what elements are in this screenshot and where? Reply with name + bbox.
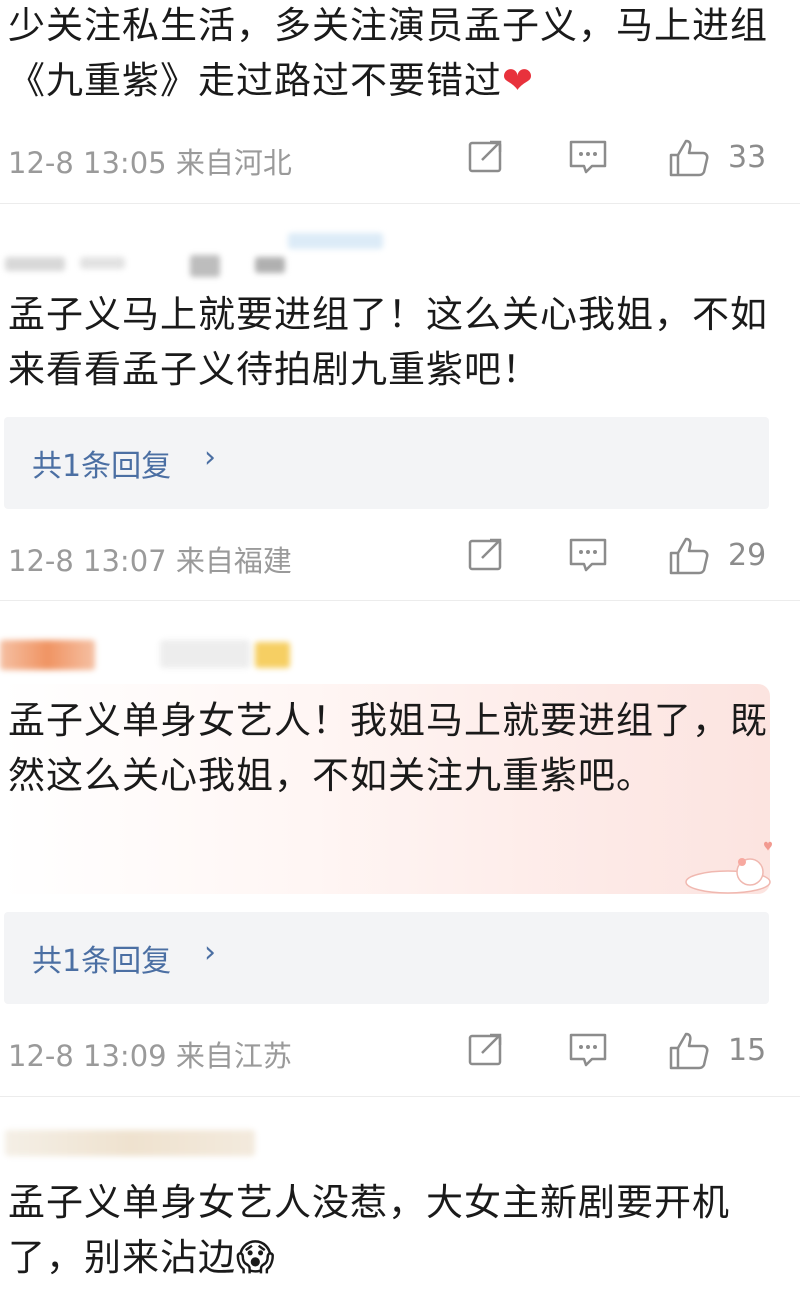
comment-meta-2: 12-8 13:07 来自福建 29 bbox=[0, 530, 800, 580]
replies-label: 共1条回复 bbox=[32, 449, 172, 484]
view-replies-button[interactable]: 共1条回复 › bbox=[4, 417, 769, 509]
comment-text: 孟子义马上就要进组了！这么关心我姐，不如来看看孟子义待拍剧九重紫吧！ bbox=[8, 293, 768, 391]
like-count: 29 bbox=[728, 538, 767, 573]
comment-text-body: 少关注私生活，多关注演员孟子义，马上进组《九重紫》走过路过不要错过 bbox=[8, 4, 768, 102]
comment-icon[interactable] bbox=[568, 536, 608, 574]
comment-text: 孟子义单身女艺人没惹，大女主新剧要开机了，别来沾边😱 bbox=[8, 1175, 770, 1285]
divider bbox=[0, 600, 800, 601]
share-icon[interactable] bbox=[466, 138, 506, 176]
user-name-blurred bbox=[0, 1112, 800, 1172]
heart-emoji: ❤ bbox=[502, 59, 535, 102]
comment-icon[interactable] bbox=[568, 138, 608, 176]
share-icon[interactable] bbox=[466, 1031, 506, 1069]
replies-label: 共1条回复 bbox=[32, 944, 172, 979]
user-name-blurred bbox=[0, 630, 800, 690]
thumbs-up-icon[interactable] bbox=[668, 1031, 709, 1070]
comment-meta-1: 12-8 13:05 来自河北 33 bbox=[0, 132, 800, 182]
divider bbox=[0, 203, 800, 204]
comment-text: 少关注私生活，多关注演员孟子义，马上进组《九重紫》走过路过不要错过❤ bbox=[8, 0, 770, 108]
like-count: 33 bbox=[728, 140, 767, 175]
comment-icon[interactable] bbox=[568, 1031, 608, 1069]
cat-sticker bbox=[680, 838, 780, 900]
comment-meta-3: 12-8 13:09 来自江苏 15 bbox=[0, 1025, 800, 1075]
chevron-right-icon: › bbox=[204, 440, 216, 475]
user-name-blurred bbox=[0, 225, 800, 285]
view-replies-button[interactable]: 共1条回复 › bbox=[4, 912, 769, 1004]
like-count: 15 bbox=[728, 1033, 767, 1068]
thumbs-up-icon[interactable] bbox=[668, 536, 709, 575]
comment-time: 12-8 13:07 来自福建 bbox=[8, 544, 292, 578]
comment-text: 孟子义单身女艺人！我姐马上就要进组了，既然这么关心我姐，不如关注九重紫吧。 bbox=[8, 699, 768, 797]
thumbs-up-icon[interactable] bbox=[668, 138, 709, 177]
share-icon[interactable] bbox=[466, 536, 506, 574]
comment-time: 12-8 13:05 来自河北 bbox=[8, 146, 292, 180]
comment-text-body: 孟子义单身女艺人没惹，大女主新剧要开机了，别来沾边 bbox=[8, 1181, 730, 1279]
comment-time: 12-8 13:09 来自江苏 bbox=[8, 1039, 292, 1073]
divider bbox=[0, 1096, 800, 1097]
scream-emoji-icon: 😱 bbox=[236, 1236, 276, 1279]
chevron-right-icon: › bbox=[204, 935, 216, 970]
